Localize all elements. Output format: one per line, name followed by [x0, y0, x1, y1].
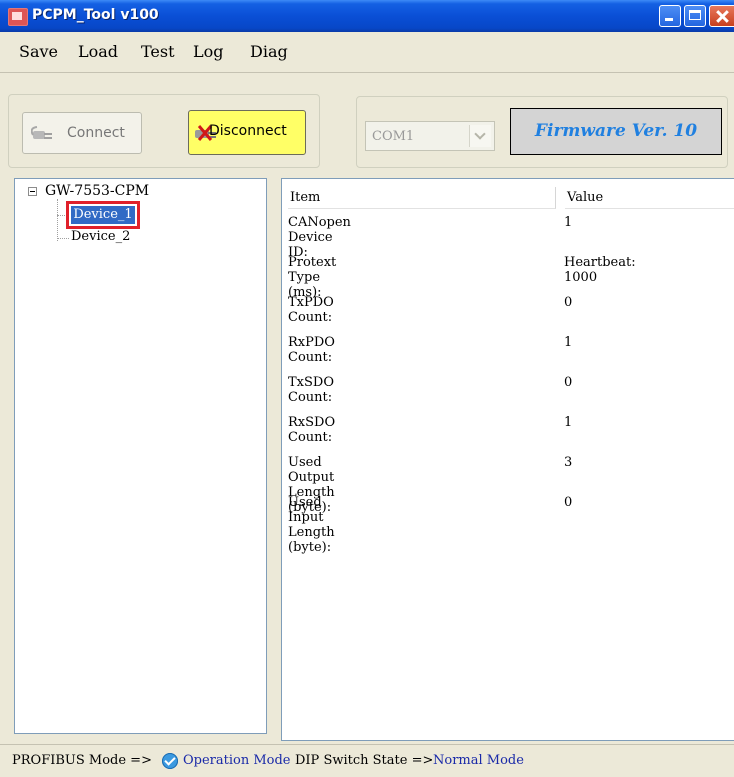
- connect-button[interactable]: Connect: [22, 112, 142, 154]
- chevron-down-icon[interactable]: [469, 125, 491, 147]
- table-row-value: 3: [564, 455, 573, 470]
- close-button[interactable]: [709, 5, 734, 27]
- table-row-value: 1: [564, 215, 573, 230]
- tree-node-device-2[interactable]: Device_2: [71, 229, 130, 244]
- window-title: PCPM_Tool v100: [32, 7, 159, 23]
- table-row-item: CANopen Device ID:: [288, 215, 351, 260]
- table-row-value: 0: [564, 295, 573, 310]
- com-port-select[interactable]: COM1: [365, 121, 495, 151]
- dip-switch-value: Normal Mode: [433, 753, 524, 768]
- tree-node-label: Device_1: [71, 206, 135, 224]
- tree-node-device-1[interactable]: Device_1: [66, 201, 140, 229]
- plug-icon: [31, 126, 52, 139]
- table-row-item: RxPDO Count:: [288, 335, 335, 365]
- status-bar: PROFIBUS Mode => Operation Mode DIP Swit…: [0, 744, 734, 777]
- tree-connector: [57, 199, 59, 241]
- menu-diag[interactable]: Diag: [250, 42, 288, 61]
- menu-log[interactable]: Log: [193, 42, 224, 61]
- table-row-item: Used Input Length (byte):: [288, 495, 335, 555]
- minimize-button[interactable]: [659, 5, 681, 27]
- firmware-version: Firmware Ver. 10: [510, 108, 722, 155]
- table-row-item: Protext Type (ms):: [288, 255, 337, 300]
- menu-test[interactable]: Test: [141, 42, 175, 61]
- table-row-value: Heartbeat: 1000: [564, 255, 636, 285]
- table-row-item: RxSDO Count:: [288, 415, 336, 445]
- profibus-mode-value: Operation Mode: [183, 753, 291, 768]
- dip-switch-label: DIP Switch State =>: [295, 753, 434, 768]
- table-row-value: 1: [564, 415, 573, 430]
- menu-bar: Save Load Test Log Diag: [0, 32, 734, 73]
- disconnect-label: Disconnect: [209, 123, 287, 139]
- tree-connector: [57, 238, 69, 239]
- app-icon: [8, 8, 28, 26]
- menu-save[interactable]: Save: [19, 42, 58, 61]
- profibus-mode-label: PROFIBUS Mode =>: [12, 753, 152, 768]
- tree-root-gateway[interactable]: GW-7553-CPM: [45, 183, 149, 199]
- column-header-item[interactable]: Item: [288, 187, 556, 209]
- table-row-value: 0: [564, 375, 573, 390]
- menu-load[interactable]: Load: [78, 42, 118, 61]
- connect-label: Connect: [67, 125, 125, 141]
- table-row-value: 1: [564, 335, 573, 350]
- maximize-button[interactable]: [684, 5, 706, 27]
- collapse-icon[interactable]: [28, 187, 37, 196]
- property-list[interactable]: Item Value CANopen Device ID: 1 Protext …: [281, 178, 734, 741]
- device-tree[interactable]: GW-7553-CPM Device_1 Device_2: [14, 178, 267, 734]
- table-row-item: TxSDO Count:: [288, 375, 334, 405]
- title-bar[interactable]: PCPM_Tool v100: [0, 0, 734, 32]
- disconnect-button[interactable]: Disconnect: [188, 110, 306, 155]
- column-header-value[interactable]: Value: [565, 187, 734, 209]
- table-row-value: 0: [564, 495, 573, 510]
- check-icon: [162, 753, 178, 769]
- table-row-item: TxPDO Count:: [288, 295, 334, 325]
- com-port-value: COM1: [372, 129, 415, 144]
